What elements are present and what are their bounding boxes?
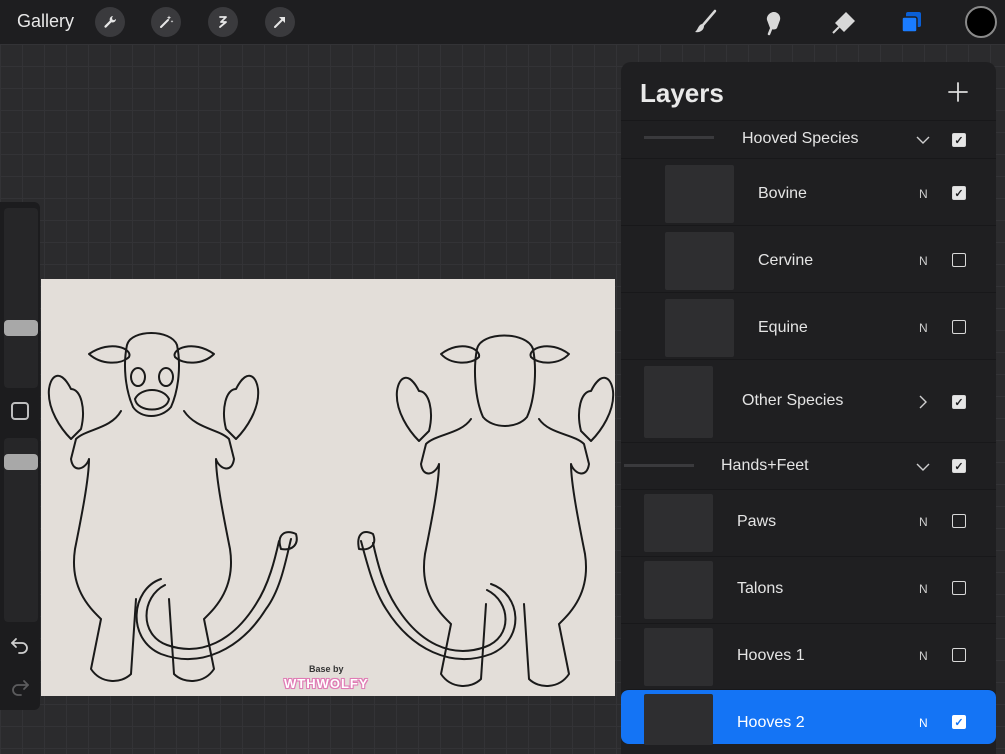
- watermark-small: Base by: [309, 664, 344, 674]
- gallery-button[interactable]: Gallery: [17, 11, 74, 32]
- blend-mode-label[interactable]: N: [919, 649, 928, 663]
- magic-wand-icon[interactable]: [151, 7, 181, 37]
- blend-mode-label[interactable]: N: [919, 515, 928, 529]
- layer-row-equine[interactable]: Equine N: [621, 292, 996, 359]
- brush-size-thumb[interactable]: [4, 320, 38, 336]
- undo-icon[interactable]: [10, 634, 30, 654]
- visibility-checkbox[interactable]: ✓: [952, 133, 966, 147]
- layer-name: Cervine: [758, 252, 814, 269]
- layer-name: Hooves 1: [737, 647, 805, 664]
- layer-thumbnail: [665, 299, 734, 357]
- artwork-lineart: [47, 332, 615, 687]
- layer-group-hooved-species[interactable]: Hooved Species ✓: [621, 120, 996, 158]
- redo-icon[interactable]: [10, 676, 30, 696]
- layer-group-hands-feet[interactable]: Hands+Feet ✓: [621, 442, 996, 489]
- wrench-icon[interactable]: [95, 7, 125, 37]
- visibility-checkbox[interactable]: [952, 253, 966, 267]
- layer-row-paws[interactable]: Paws N: [621, 489, 996, 556]
- eraser-icon[interactable]: [829, 7, 859, 37]
- visibility-checkbox[interactable]: ✓: [952, 186, 966, 200]
- layer-name: Talons: [737, 580, 784, 597]
- layer-row-bovine[interactable]: Bovine N ✓: [621, 158, 996, 225]
- group-indent-line: [624, 464, 694, 467]
- visibility-checkbox[interactable]: [952, 320, 966, 334]
- layer-name: Paws: [737, 513, 777, 530]
- blend-mode-label[interactable]: N: [919, 716, 928, 730]
- visibility-checkbox[interactable]: [952, 581, 966, 595]
- selection-icon[interactable]: [208, 7, 238, 37]
- layers-panel: Layers Hooved Species ✓ Bovine N ✓ Cervi…: [621, 62, 996, 754]
- chevron-down-icon[interactable]: [915, 132, 931, 148]
- modify-button[interactable]: [11, 402, 29, 420]
- layer-thumbnail: [644, 561, 713, 619]
- layer-name: Bovine: [758, 185, 807, 202]
- layer-row-hooves-2[interactable]: Hooves 2 N ✓: [621, 689, 996, 745]
- layer-name: Hooves 2: [737, 714, 805, 731]
- left-sidebar: [0, 202, 40, 710]
- layer-name: Hooved Species: [742, 130, 859, 147]
- visibility-checkbox[interactable]: [952, 514, 966, 528]
- layer-thumbnail: [644, 494, 713, 552]
- chevron-down-icon[interactable]: [915, 459, 931, 475]
- drawing-canvas[interactable]: Base by WTHWOLFY: [41, 279, 615, 696]
- top-toolbar: Gallery: [0, 0, 1005, 44]
- plus-icon[interactable]: [946, 80, 970, 104]
- blend-mode-label[interactable]: N: [919, 582, 928, 596]
- layer-thumbnail: [644, 628, 713, 686]
- layer-name: Equine: [758, 319, 808, 336]
- smudge-icon[interactable]: [759, 7, 789, 37]
- layer-thumbnail: [665, 165, 734, 223]
- layer-name: Hands+Feet: [721, 457, 809, 474]
- blend-mode-label[interactable]: N: [919, 321, 928, 335]
- visibility-checkbox[interactable]: ✓: [952, 459, 966, 473]
- visibility-checkbox[interactable]: ✓: [952, 395, 966, 409]
- layer-group-other-species[interactable]: Other Species ✓: [621, 359, 996, 442]
- layer-thumbnail: [665, 232, 734, 290]
- layer-row-talons[interactable]: Talons N: [621, 556, 996, 623]
- layers-title: Layers: [640, 78, 724, 108]
- watermark-logo: WTHWOLFY: [284, 676, 369, 691]
- group-thumbnail: [644, 366, 713, 438]
- layer-thumbnail: [644, 694, 713, 745]
- group-indent-line: [644, 136, 714, 139]
- blend-mode-label[interactable]: N: [919, 187, 928, 201]
- layer-row-cervine[interactable]: Cervine N: [621, 225, 996, 292]
- blend-mode-label[interactable]: N: [919, 254, 928, 268]
- layer-name: Other Species: [742, 392, 844, 409]
- brush-icon[interactable]: [690, 7, 720, 37]
- visibility-checkbox[interactable]: ✓: [952, 715, 966, 729]
- chevron-right-icon[interactable]: [915, 394, 931, 410]
- layer-row-hooves-1[interactable]: Hooves 1 N: [621, 623, 996, 689]
- transform-arrow-icon[interactable]: [265, 7, 295, 37]
- layers-icon[interactable]: [897, 7, 927, 37]
- brush-size-slider[interactable]: [4, 208, 38, 388]
- color-swatch[interactable]: [965, 6, 997, 38]
- visibility-checkbox[interactable]: [952, 648, 966, 662]
- opacity-thumb[interactable]: [4, 454, 38, 470]
